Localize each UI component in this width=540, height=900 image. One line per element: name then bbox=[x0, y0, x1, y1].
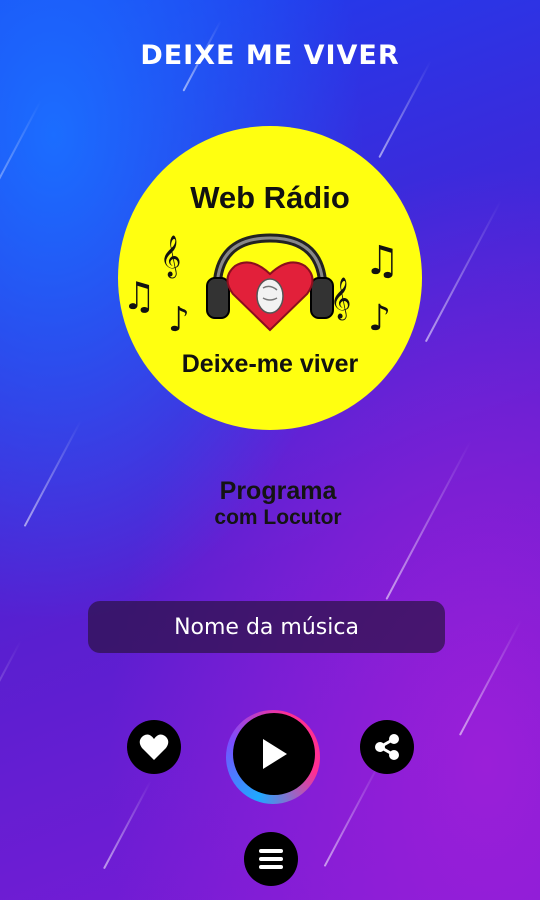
music-note-icon: ♪ bbox=[368, 298, 391, 339]
play-button[interactable] bbox=[233, 713, 315, 795]
headphones-icon bbox=[206, 233, 334, 332]
song-name-display: Nome da música bbox=[88, 601, 445, 653]
music-note-icon: ♪ bbox=[168, 300, 190, 340]
program-title: Programa bbox=[219, 477, 337, 505]
menu-icon bbox=[259, 849, 283, 869]
logo-top-text: Web Rádio bbox=[190, 180, 350, 215]
song-name: Nome da música bbox=[174, 614, 359, 640]
treble-clef-icon: 𝄞 bbox=[160, 236, 182, 277]
heart-icon bbox=[226, 261, 314, 332]
page-title: DEIXE ME VIVER bbox=[140, 40, 400, 71]
menu-button[interactable] bbox=[244, 832, 298, 886]
share-button[interactable] bbox=[360, 720, 414, 774]
music-note-icon: ♫ bbox=[364, 238, 400, 284]
logo-bottom-text: Deixe-me viver bbox=[181, 350, 359, 378]
program-info: Programa com Locutor bbox=[0, 476, 540, 530]
like-button[interactable] bbox=[127, 720, 181, 774]
music-note-icon: ♫ bbox=[122, 274, 157, 318]
radio-logo: Web Rádio ♫ 𝄞 ♪ 𝄞 ♫ ♪ Deixe-me viver bbox=[118, 126, 422, 430]
play-icon bbox=[263, 739, 287, 769]
program-subtitle: com Locutor bbox=[214, 506, 342, 529]
heart-icon bbox=[139, 734, 169, 760]
share-icon bbox=[375, 734, 399, 760]
